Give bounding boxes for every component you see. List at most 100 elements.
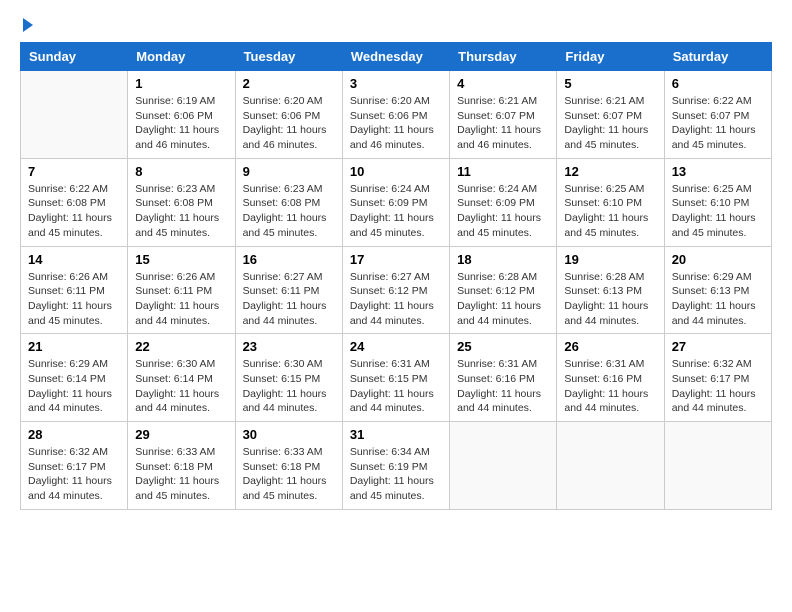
day-number: 19 (564, 252, 656, 267)
day-info: Sunrise: 6:21 AM Sunset: 6:07 PM Dayligh… (457, 94, 549, 153)
day-number: 7 (28, 164, 120, 179)
weekday-header: Saturday (664, 43, 771, 71)
day-info: Sunrise: 6:23 AM Sunset: 6:08 PM Dayligh… (135, 182, 227, 241)
day-info: Sunrise: 6:24 AM Sunset: 6:09 PM Dayligh… (350, 182, 442, 241)
weekday-header: Sunday (21, 43, 128, 71)
day-number: 25 (457, 339, 549, 354)
calendar-week-row: 1 Sunrise: 6:19 AM Sunset: 6:06 PM Daylig… (21, 71, 772, 159)
day-number: 3 (350, 76, 442, 91)
day-info: Sunrise: 6:33 AM Sunset: 6:18 PM Dayligh… (243, 445, 335, 504)
calendar-cell: 23 Sunrise: 6:30 AM Sunset: 6:15 PM Dayli… (235, 334, 342, 422)
logo (20, 20, 33, 32)
day-info: Sunrise: 6:28 AM Sunset: 6:12 PM Dayligh… (457, 270, 549, 329)
calendar-week-row: 21Sunrise: 6:29 AM Sunset: 6:14 PM Dayli… (21, 334, 772, 422)
calendar-cell: 12 Sunrise: 6:25 AM Sunset: 6:10 PM Dayli… (557, 158, 664, 246)
day-info: Sunrise: 6:32 AM Sunset: 6:17 PM Dayligh… (28, 445, 120, 504)
day-number: 29 (135, 427, 227, 442)
calendar-table: SundayMondayTuesdayWednesdayThursdayFrid… (20, 42, 772, 510)
day-info: Sunrise: 6:27 AM Sunset: 6:12 PM Dayligh… (350, 270, 442, 329)
day-info: Sunrise: 6:30 AM Sunset: 6:14 PM Dayligh… (135, 357, 227, 416)
calendar-cell: 20 Sunrise: 6:29 AM Sunset: 6:13 PM Dayli… (664, 246, 771, 334)
day-number: 17 (350, 252, 442, 267)
calendar-cell: 3Sunrise: 6:20 AM Sunset: 6:06 PM Daylig… (342, 71, 449, 159)
calendar-cell: 6 Sunrise: 6:22 AM Sunset: 6:07 PM Daylig… (664, 71, 771, 159)
weekday-header: Friday (557, 43, 664, 71)
day-number: 1 (135, 76, 227, 91)
calendar-cell (21, 71, 128, 159)
day-info: Sunrise: 6:31 AM Sunset: 6:16 PM Dayligh… (457, 357, 549, 416)
day-number: 14 (28, 252, 120, 267)
day-number: 15 (135, 252, 227, 267)
calendar-cell: 11 Sunrise: 6:24 AM Sunset: 6:09 PM Dayli… (450, 158, 557, 246)
calendar-cell: 22 Sunrise: 6:30 AM Sunset: 6:14 PM Dayli… (128, 334, 235, 422)
day-info: Sunrise: 6:25 AM Sunset: 6:10 PM Dayligh… (672, 182, 764, 241)
calendar-cell (450, 422, 557, 510)
day-info: Sunrise: 6:23 AM Sunset: 6:08 PM Dayligh… (243, 182, 335, 241)
day-number: 28 (28, 427, 120, 442)
calendar-cell: 1 Sunrise: 6:19 AM Sunset: 6:06 PM Daylig… (128, 71, 235, 159)
day-number: 18 (457, 252, 549, 267)
calendar-cell: 4 Sunrise: 6:21 AM Sunset: 6:07 PM Daylig… (450, 71, 557, 159)
day-number: 26 (564, 339, 656, 354)
day-info: Sunrise: 6:31 AM Sunset: 6:15 PM Dayligh… (350, 357, 442, 416)
day-number: 2 (243, 76, 335, 91)
day-number: 21 (28, 339, 120, 354)
day-number: 16 (243, 252, 335, 267)
calendar-cell: 9 Sunrise: 6:23 AM Sunset: 6:08 PM Daylig… (235, 158, 342, 246)
day-number: 27 (672, 339, 764, 354)
calendar-cell: 18 Sunrise: 6:28 AM Sunset: 6:12 PM Dayli… (450, 246, 557, 334)
calendar-cell (664, 422, 771, 510)
page-header (20, 20, 772, 32)
day-number: 30 (243, 427, 335, 442)
calendar-cell: 28 Sunrise: 6:32 AM Sunset: 6:17 PM Dayli… (21, 422, 128, 510)
calendar-week-row: 14 Sunrise: 6:26 AM Sunset: 6:11 PM Dayli… (21, 246, 772, 334)
calendar-cell: 30 Sunrise: 6:33 AM Sunset: 6:18 PM Dayli… (235, 422, 342, 510)
day-number: 23 (243, 339, 335, 354)
day-info: Sunrise: 6:20 AM Sunset: 6:06 PM Dayligh… (243, 94, 335, 153)
day-info: Sunrise: 6:26 AM Sunset: 6:11 PM Dayligh… (135, 270, 227, 329)
day-info: Sunrise: 6:27 AM Sunset: 6:11 PM Dayligh… (243, 270, 335, 329)
day-info: Sunrise: 6:22 AM Sunset: 6:07 PM Dayligh… (672, 94, 764, 153)
day-info: Sunrise: 6:33 AM Sunset: 6:18 PM Dayligh… (135, 445, 227, 504)
day-info: Sunrise: 6:22 AM Sunset: 6:08 PM Dayligh… (28, 182, 120, 241)
day-info: Sunrise: 6:19 AM Sunset: 6:06 PM Dayligh… (135, 94, 227, 153)
day-number: 12 (564, 164, 656, 179)
calendar-cell: 5 Sunrise: 6:21 AM Sunset: 6:07 PM Daylig… (557, 71, 664, 159)
calendar-week-row: 7 Sunrise: 6:22 AM Sunset: 6:08 PM Daylig… (21, 158, 772, 246)
day-number: 4 (457, 76, 549, 91)
calendar-cell: 7 Sunrise: 6:22 AM Sunset: 6:08 PM Daylig… (21, 158, 128, 246)
calendar-cell: 16 Sunrise: 6:27 AM Sunset: 6:11 PM Dayli… (235, 246, 342, 334)
day-number: 11 (457, 164, 549, 179)
weekday-header-row: SundayMondayTuesdayWednesdayThursdayFrid… (21, 43, 772, 71)
weekday-header: Thursday (450, 43, 557, 71)
calendar-cell: 27Sunrise: 6:32 AM Sunset: 6:17 PM Dayli… (664, 334, 771, 422)
calendar-cell: 17 Sunrise: 6:27 AM Sunset: 6:12 PM Dayli… (342, 246, 449, 334)
day-info: Sunrise: 6:24 AM Sunset: 6:09 PM Dayligh… (457, 182, 549, 241)
calendar-week-row: 28 Sunrise: 6:32 AM Sunset: 6:17 PM Dayli… (21, 422, 772, 510)
day-info: Sunrise: 6:30 AM Sunset: 6:15 PM Dayligh… (243, 357, 335, 416)
day-number: 31 (350, 427, 442, 442)
day-info: Sunrise: 6:31 AM Sunset: 6:16 PM Dayligh… (564, 357, 656, 416)
logo-arrow-icon (23, 18, 33, 32)
calendar-cell: 15 Sunrise: 6:26 AM Sunset: 6:11 PM Dayli… (128, 246, 235, 334)
day-info: Sunrise: 6:26 AM Sunset: 6:11 PM Dayligh… (28, 270, 120, 329)
day-info: Sunrise: 6:21 AM Sunset: 6:07 PM Dayligh… (564, 94, 656, 153)
weekday-header: Wednesday (342, 43, 449, 71)
day-number: 24 (350, 339, 442, 354)
day-number: 5 (564, 76, 656, 91)
weekday-header: Tuesday (235, 43, 342, 71)
day-info: Sunrise: 6:29 AM Sunset: 6:13 PM Dayligh… (672, 270, 764, 329)
day-number: 9 (243, 164, 335, 179)
day-info: Sunrise: 6:25 AM Sunset: 6:10 PM Dayligh… (564, 182, 656, 241)
day-number: 13 (672, 164, 764, 179)
calendar-cell: 31 Sunrise: 6:34 AM Sunset: 6:19 PM Dayli… (342, 422, 449, 510)
day-number: 20 (672, 252, 764, 267)
calendar-cell (557, 422, 664, 510)
calendar-cell: 13 Sunrise: 6:25 AM Sunset: 6:10 PM Dayli… (664, 158, 771, 246)
day-info: Sunrise: 6:34 AM Sunset: 6:19 PM Dayligh… (350, 445, 442, 504)
day-number: 22 (135, 339, 227, 354)
day-number: 8 (135, 164, 227, 179)
calendar-cell: 2 Sunrise: 6:20 AM Sunset: 6:06 PM Daylig… (235, 71, 342, 159)
calendar-cell: 26 Sunrise: 6:31 AM Sunset: 6:16 PM Dayli… (557, 334, 664, 422)
day-number: 6 (672, 76, 764, 91)
